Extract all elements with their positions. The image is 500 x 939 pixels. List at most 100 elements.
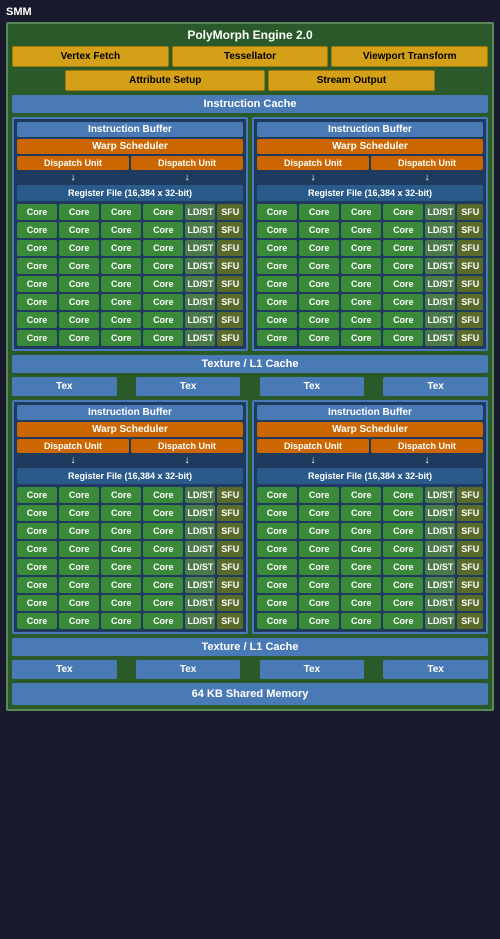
core-row: Core Core Core Core LD/ST SFU — [17, 559, 243, 575]
tex-row-bottom: Tex Tex Tex Tex — [12, 660, 488, 679]
core-cell: Core — [17, 258, 57, 274]
ldst-cell: LD/ST — [425, 505, 455, 521]
core-cell: Core — [143, 330, 183, 346]
smm-container: SMM PolyMorph Engine 2.0 Vertex Fetch Te… — [0, 0, 500, 939]
core-cell: Core — [341, 577, 381, 593]
core-row: Core Core Core Core LD/ST SFU — [17, 240, 243, 256]
core-cell: Core — [59, 559, 99, 575]
tex-row-top: Tex Tex Tex Tex — [12, 377, 488, 396]
ldst-cell: LD/ST — [425, 613, 455, 629]
sfu-cell: SFU — [457, 276, 483, 292]
core-cell: Core — [383, 523, 423, 539]
ldst-cell: LD/ST — [425, 294, 455, 310]
warp-scheduler-tr: Warp Scheduler — [257, 139, 483, 154]
core-cell: Core — [299, 523, 339, 539]
sfu-cell: SFU — [457, 613, 483, 629]
core-cell: Core — [101, 541, 141, 557]
core-cell: Core — [341, 312, 381, 328]
core-cell: Core — [299, 595, 339, 611]
ldst-cell: LD/ST — [185, 276, 215, 292]
sfu-cell: SFU — [217, 487, 243, 503]
core-cell: Core — [143, 505, 183, 521]
arrows-br: ↓ ↓ — [257, 455, 483, 466]
core-row: Core Core Core Core LD/ST SFU — [257, 613, 483, 629]
core-cell: Core — [59, 577, 99, 593]
attribute-setup: Attribute Setup — [65, 70, 265, 91]
sm-block-top: Instruction Buffer Warp Scheduler Dispat… — [12, 117, 488, 351]
core-cell: Core — [383, 276, 423, 292]
core-cell: Core — [299, 276, 339, 292]
core-cell: Core — [383, 258, 423, 274]
ldst-cell: LD/ST — [425, 276, 455, 292]
ldst-cell: LD/ST — [185, 523, 215, 539]
core-cell: Core — [257, 330, 297, 346]
core-cell: Core — [257, 240, 297, 256]
sfu-cell: SFU — [217, 204, 243, 220]
core-cell: Core — [143, 222, 183, 238]
dispatch-unit-tr-2: Dispatch Unit — [371, 156, 483, 170]
sm-half-bot-right: Instruction Buffer Warp Scheduler Dispat… — [252, 400, 488, 634]
warp-scheduler-tl: Warp Scheduler — [17, 139, 243, 154]
core-cell: Core — [299, 222, 339, 238]
register-file-br: Register File (16,384 x 32-bit) — [257, 468, 483, 484]
core-row: Core Core Core Core LD/ST SFU — [17, 204, 243, 220]
core-cell: Core — [143, 487, 183, 503]
sfu-cell: SFU — [217, 559, 243, 575]
core-cell: Core — [299, 312, 339, 328]
ldst-cell: LD/ST — [425, 541, 455, 557]
warp-scheduler-br: Warp Scheduler — [257, 422, 483, 437]
sm-half-bot-left: Instruction Buffer Warp Scheduler Dispat… — [12, 400, 248, 634]
sfu-cell: SFU — [457, 577, 483, 593]
core-cell: Core — [101, 222, 141, 238]
sfu-cell: SFU — [217, 276, 243, 292]
ldst-cell: LD/ST — [185, 559, 215, 575]
core-cell: Core — [143, 595, 183, 611]
sfu-cell: SFU — [457, 294, 483, 310]
core-cell: Core — [59, 613, 99, 629]
sfu-cell: SFU — [217, 577, 243, 593]
sfu-cell: SFU — [217, 312, 243, 328]
core-cell: Core — [59, 330, 99, 346]
core-cell: Core — [143, 294, 183, 310]
core-cell: Core — [299, 330, 339, 346]
instruction-cache: Instruction Cache — [12, 95, 488, 113]
sfu-cell: SFU — [457, 559, 483, 575]
polymorph-row1: Vertex Fetch Tessellator Viewport Transf… — [12, 46, 488, 67]
ldst-cell: LD/ST — [185, 312, 215, 328]
core-cell: Core — [383, 487, 423, 503]
core-cell: Core — [383, 294, 423, 310]
core-cell: Core — [299, 258, 339, 274]
core-cell: Core — [143, 559, 183, 575]
sfu-cell: SFU — [217, 541, 243, 557]
ldst-cell: LD/ST — [185, 487, 215, 503]
sfu-cell: SFU — [217, 222, 243, 238]
instruction-buffer-br: Instruction Buffer — [257, 405, 483, 420]
core-cell: Core — [341, 559, 381, 575]
core-cell: Core — [101, 240, 141, 256]
ldst-cell: LD/ST — [185, 613, 215, 629]
core-cell: Core — [257, 312, 297, 328]
core-row: Core Core Core Core LD/ST SFU — [257, 541, 483, 557]
core-cell: Core — [383, 330, 423, 346]
instruction-buffer-tr: Instruction Buffer — [257, 122, 483, 137]
core-row: Core Core Core Core LD/ST SFU — [17, 330, 243, 346]
core-cell: Core — [17, 276, 57, 292]
core-cell: Core — [383, 222, 423, 238]
core-cell: Core — [257, 258, 297, 274]
ldst-cell: LD/ST — [425, 330, 455, 346]
shared-memory: 64 KB Shared Memory — [12, 683, 488, 705]
core-cell: Core — [383, 559, 423, 575]
core-cell: Core — [383, 613, 423, 629]
core-cell: Core — [101, 559, 141, 575]
core-row: Core Core Core Core LD/ST SFU — [257, 505, 483, 521]
core-cell: Core — [341, 613, 381, 629]
ldst-cell: LD/ST — [425, 559, 455, 575]
ldst-cell: LD/ST — [425, 222, 455, 238]
core-cell: Core — [257, 222, 297, 238]
sm-half-top-left: Instruction Buffer Warp Scheduler Dispat… — [12, 117, 248, 351]
dispatch-unit-tl-2: Dispatch Unit — [131, 156, 243, 170]
core-cell: Core — [143, 541, 183, 557]
core-row: Core Core Core Core LD/ST SFU — [257, 294, 483, 310]
dispatch-unit-bl-1: Dispatch Unit — [17, 439, 129, 453]
ldst-cell: LD/ST — [425, 487, 455, 503]
